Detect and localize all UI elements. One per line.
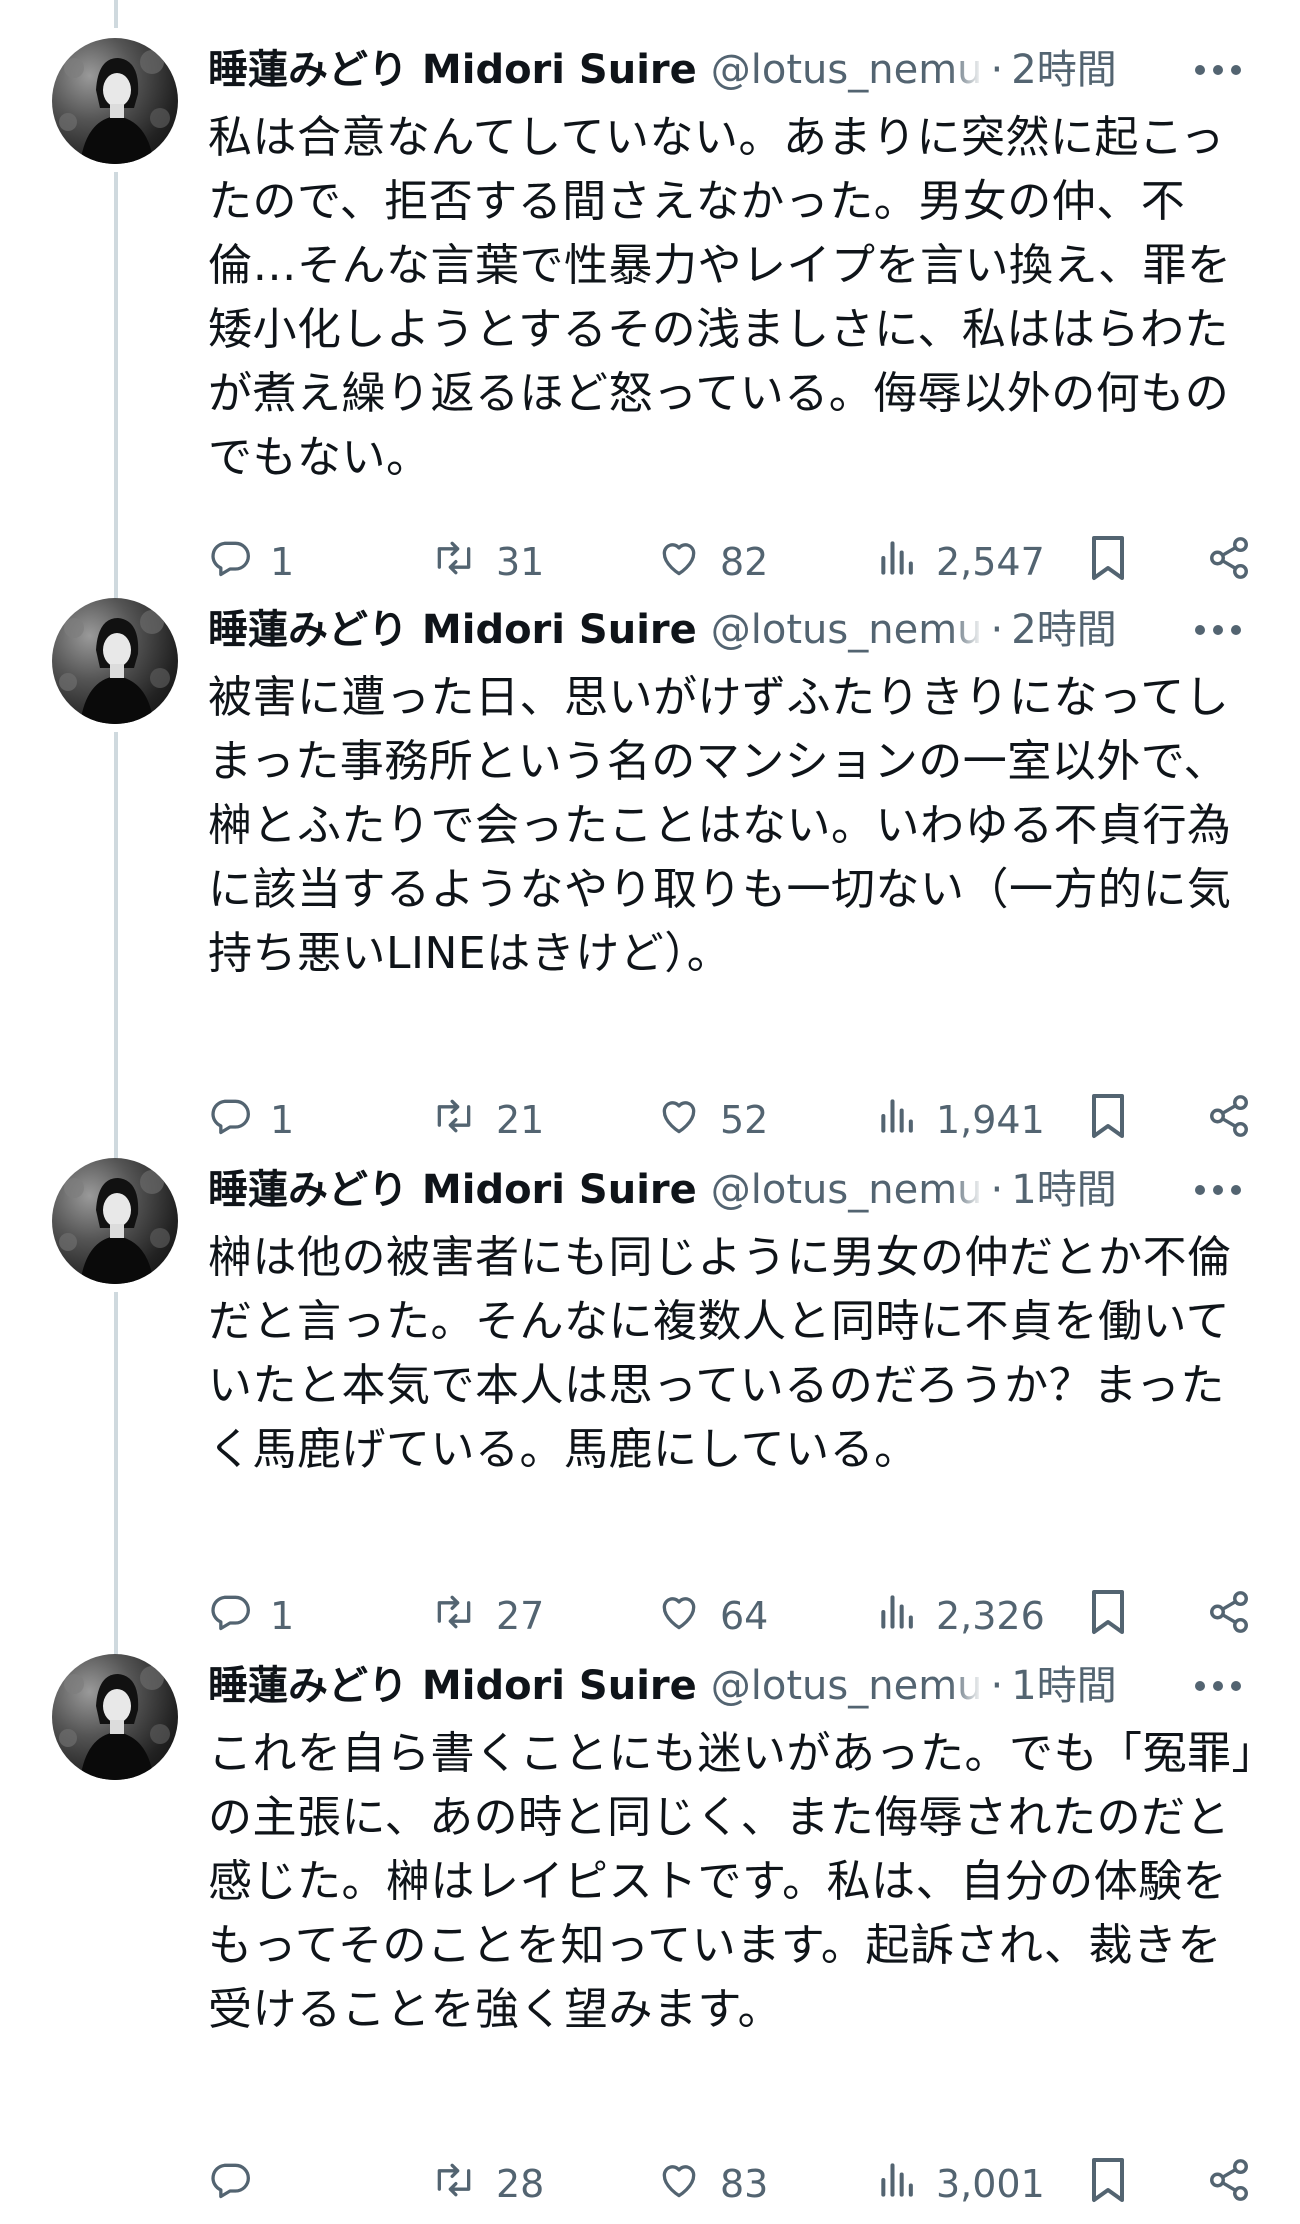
separator-dot: · <box>990 47 1004 93</box>
handle[interactable]: @lotus_nemu <box>711 1656 983 1716</box>
action-bar: 28 83 3,001 <box>208 2154 1258 2214</box>
tweet-text: 榊は他の被害者にも同じように男女の仲だとか不倫だと言った。そんなに複数人と同時に… <box>208 1232 1232 1475</box>
share-icon <box>1206 2157 1252 2212</box>
like-icon <box>656 2158 702 2211</box>
views-icon <box>878 2158 918 2211</box>
more-icon[interactable] <box>1188 40 1248 100</box>
tweet-text: 被害に遭った日、思いがけずふたりきりになってしまった事務所という名のマンションの… <box>208 672 1232 979</box>
avatar[interactable] <box>52 38 178 164</box>
display-name[interactable]: 睡蓮みどり Midori Suire <box>208 40 697 100</box>
separator-dot: · <box>990 1663 1004 1709</box>
tweet-header: 睡蓮みどり Midori Suire @lotus_nemu · 1時間 <box>208 1656 1248 1716</box>
more-icon[interactable] <box>1188 1160 1248 1220</box>
timestamp[interactable]: 1時間 <box>1011 1160 1116 1220</box>
bookmark-button[interactable] <box>1088 2154 1128 2214</box>
views-button[interactable]: 3,001 <box>878 2154 1045 2214</box>
tweet-header: 睡蓮みどり Midori Suire @lotus_nemu · 2時間 <box>208 40 1248 100</box>
share-button[interactable] <box>1206 2154 1252 2214</box>
bookmark-icon <box>1088 2156 1128 2213</box>
timestamp[interactable]: 2時間 <box>1011 600 1116 660</box>
retweet-button[interactable]: 28 <box>430 2154 544 2214</box>
avatar[interactable] <box>52 1654 178 1780</box>
tweet-header: 睡蓮みどり Midori Suire @lotus_nemu · 2時間 <box>208 600 1248 660</box>
tweet[interactable]: 睡蓮みどり Midori Suire @lotus_nemu · 1時間 榊は他… <box>0 1120 1300 1680</box>
timestamp[interactable]: 2時間 <box>1011 40 1116 100</box>
more-icon[interactable] <box>1188 1656 1248 1716</box>
reply-icon <box>208 2158 252 2211</box>
like-count: 83 <box>720 2162 769 2206</box>
display-name[interactable]: 睡蓮みどり Midori Suire <box>208 600 697 660</box>
separator-dot: · <box>990 607 1004 653</box>
avatar[interactable] <box>52 598 178 724</box>
display-name[interactable]: 睡蓮みどり Midori Suire <box>208 1160 697 1220</box>
tweet[interactable]: 睡蓮みどり Midori Suire @lotus_nemu · 1時間 これを… <box>0 1616 1300 2206</box>
more-icon[interactable] <box>1188 600 1248 660</box>
handle[interactable]: @lotus_nemu <box>711 1160 983 1220</box>
avatar[interactable] <box>52 1158 178 1284</box>
display-name[interactable]: 睡蓮みどり Midori Suire <box>208 1656 697 1716</box>
tweet-header: 睡蓮みどり Midori Suire @lotus_nemu · 1時間 <box>208 1160 1248 1220</box>
tweet-text: 私は合意なんてしていない。あまりに突然に起こったので、拒否する間さえなかった。男… <box>208 112 1232 483</box>
tweet-text: これを自ら書くことにも迷いがあった。でも「冤罪」の主張に、あの時と同じく、また侮… <box>208 1728 1254 2035</box>
retweet-icon <box>430 2158 478 2211</box>
timestamp[interactable]: 1時間 <box>1011 1656 1116 1716</box>
like-button[interactable]: 83 <box>656 2154 768 2214</box>
handle[interactable]: @lotus_nemu <box>711 600 983 660</box>
views-count: 3,001 <box>936 2162 1045 2206</box>
handle[interactable]: @lotus_nemu <box>711 40 983 100</box>
reply-button[interactable] <box>208 2154 270 2214</box>
separator-dot: · <box>990 1167 1004 1213</box>
retweet-count: 28 <box>496 2162 545 2206</box>
tweet[interactable]: 睡蓮みどり Midori Suire @lotus_nemu · 2時間 私は合… <box>0 0 1300 584</box>
tweet[interactable]: 睡蓮みどり Midori Suire @lotus_nemu · 2時間 被害に… <box>0 560 1300 1142</box>
